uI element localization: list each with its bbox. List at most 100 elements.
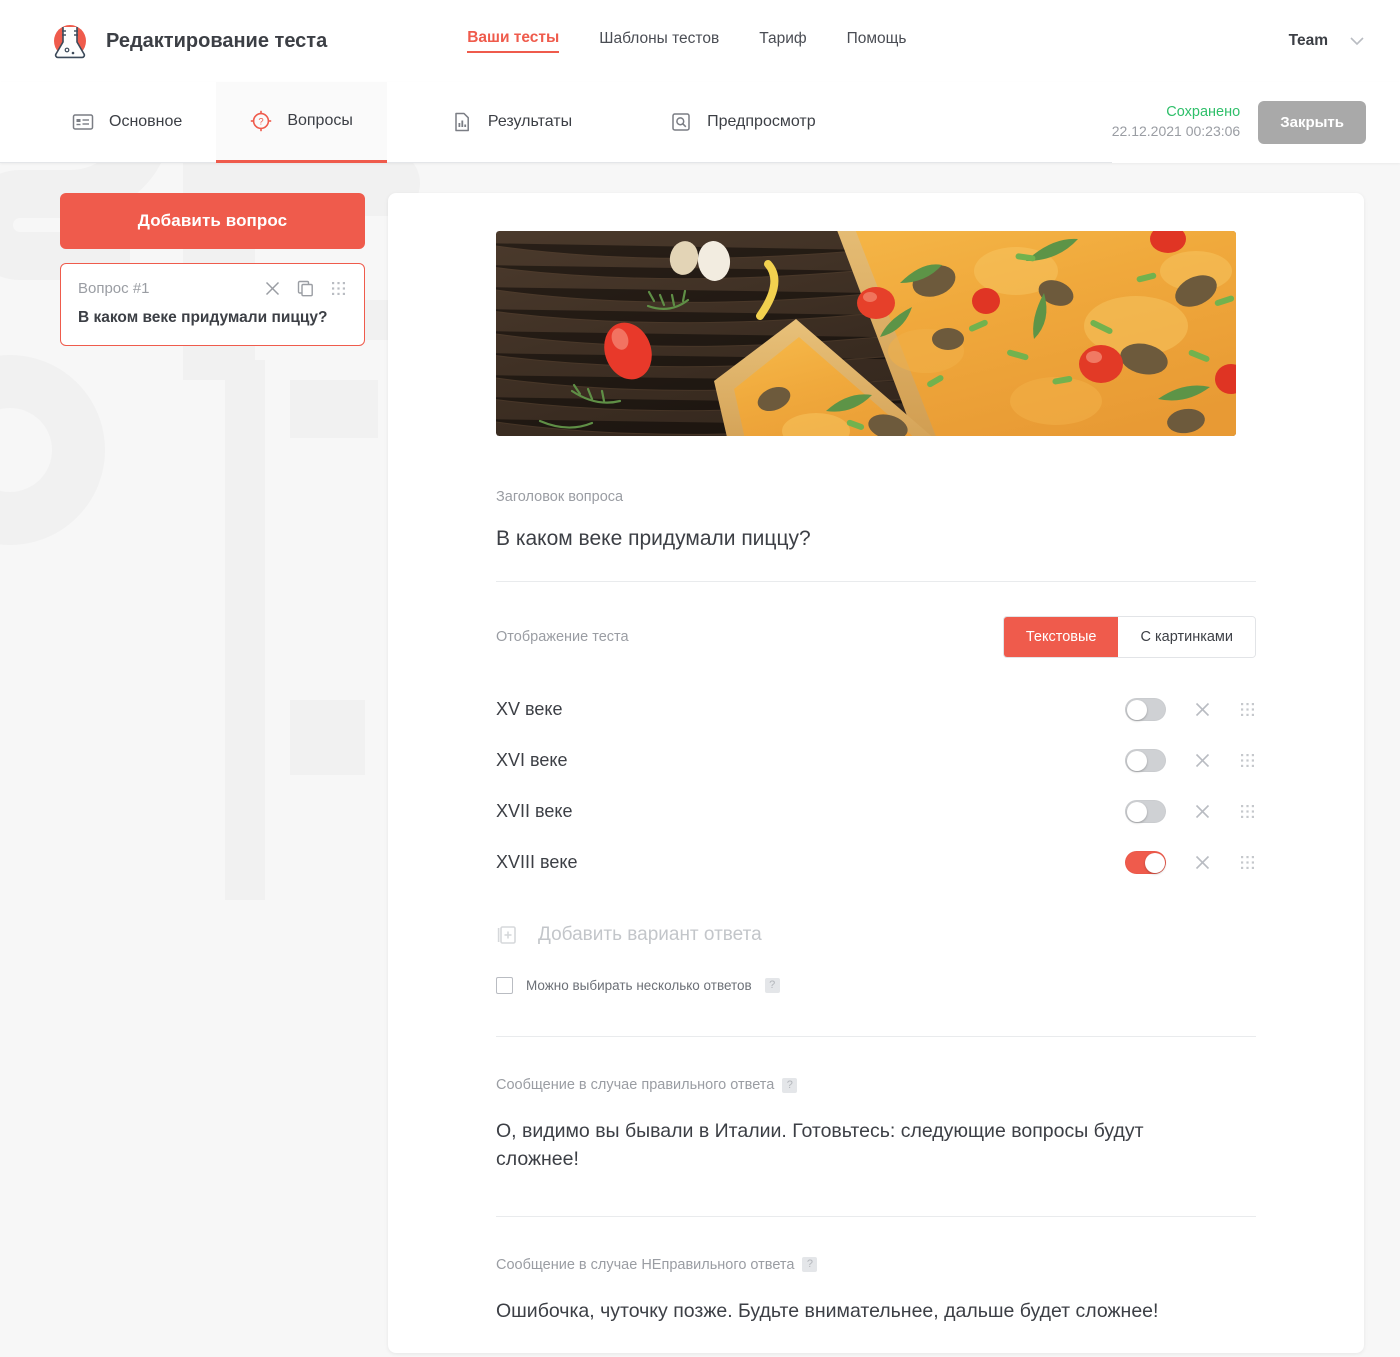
multi-answer-row: Можно выбирать несколько ответов ? — [496, 977, 1256, 994]
tab-questions-label: Вопросы — [287, 112, 353, 129]
drag-handle-icon[interactable] — [330, 280, 347, 297]
answer-option-row: XVIII веке — [496, 837, 1256, 888]
close-icon[interactable] — [1194, 803, 1211, 820]
question-title-label: Заголовок вопроса — [496, 489, 624, 505]
close-icon[interactable] — [264, 280, 281, 297]
add-answer-option[interactable]: Добавить вариант ответа — [496, 924, 1256, 946]
toggle-knob — [1126, 750, 1147, 771]
tab-preview[interactable]: Предпросмотр — [636, 82, 850, 163]
save-timestamp: 22.12.2021 00:23:06 — [1111, 123, 1241, 140]
display-mode-row: Отображение теста Текстовые С картинками — [496, 616, 1256, 658]
answer-option-text[interactable]: XV веке — [496, 699, 562, 720]
toggle-knob — [1126, 801, 1147, 822]
display-mode-images[interactable]: С картинками — [1118, 617, 1255, 657]
tab-questions[interactable]: ? Вопросы — [216, 82, 387, 163]
nav-item-templates[interactable]: Шаблоны тестов — [599, 30, 719, 52]
tab-results-label: Результаты — [487, 113, 573, 130]
drag-handle-icon[interactable] — [1239, 701, 1256, 718]
nav-item-help[interactable]: Помощь — [847, 30, 907, 52]
close-icon[interactable] — [1194, 752, 1211, 769]
chevron-down-icon — [1350, 34, 1364, 49]
svg-text:?: ? — [259, 117, 264, 128]
incorrect-message-label: Сообщение в случае НЕправильного ответа — [496, 1256, 795, 1273]
question-editor-panel: Заголовок вопроса В каком веке придумали… — [388, 193, 1364, 1353]
save-status-area: Сохранено 22.12.2021 00:23:06 Закрыть — [1111, 82, 1400, 163]
magnifier-icon — [670, 111, 692, 133]
drag-handle-icon[interactable] — [1239, 854, 1256, 871]
correct-message-value[interactable]: О, видимо вы бывали в Италии. Готовьтесь… — [496, 1117, 1196, 1174]
question-card-text: В каком веке придумали пиццу? — [78, 309, 328, 326]
question-card-header: Вопрос #1 — [78, 280, 347, 297]
divider-before-correct-message — [496, 1036, 1256, 1037]
tab-results[interactable]: Результаты — [416, 82, 607, 163]
account-menu[interactable]: Team — [1289, 32, 1364, 50]
question-editor-inner: Заголовок вопроса В каком веке придумали… — [388, 231, 1364, 1325]
nav-item-your-tests[interactable]: Ваши тесты — [467, 29, 560, 53]
close-icon[interactable] — [1194, 854, 1211, 871]
answer-option-row: XV веке — [496, 684, 1256, 735]
tabstrip-gap — [849, 82, 1112, 163]
help-icon[interactable]: ? — [764, 978, 780, 993]
target-question-icon: ? — [250, 110, 272, 132]
copy-icon[interactable] — [297, 280, 314, 297]
editor-tabs: Основное ? Вопросы Результаты Предпросмо… — [0, 82, 1400, 163]
brand: Редактирование теста — [50, 21, 327, 61]
close-button[interactable]: Закрыть — [1258, 100, 1366, 144]
drag-handle-icon[interactable] — [1239, 803, 1256, 820]
answer-options-list: XV веке XVI веке XVII веке XVIII веке — [496, 684, 1256, 888]
answer-correct-toggle[interactable] — [1125, 698, 1166, 721]
close-icon[interactable] — [1194, 701, 1211, 718]
answer-option-text[interactable]: XVI веке — [496, 750, 567, 771]
help-icon[interactable]: ? — [802, 1257, 818, 1273]
display-mode-label: Отображение теста — [496, 629, 629, 645]
flask-logo-icon — [50, 21, 90, 61]
account-label: Team — [1288, 32, 1328, 49]
answer-option-row: XVII веке — [496, 786, 1256, 837]
incorrect-message-label-row: Сообщение в случае НЕправильного ответа … — [496, 1257, 1256, 1273]
report-chart-icon — [451, 111, 473, 133]
tab-basic-label: Основное — [109, 113, 183, 130]
question-card-actions — [264, 280, 347, 297]
answer-option-row: XVI веке — [496, 735, 1256, 786]
answer-correct-toggle[interactable] — [1125, 800, 1166, 823]
answer-option-controls — [1125, 800, 1256, 823]
add-answer-option-label: Добавить вариант ответа — [538, 924, 762, 945]
tab-preview-label: Предпросмотр — [707, 113, 816, 130]
correct-message-block: Сообщение в случае правильного ответа ? … — [496, 1077, 1256, 1174]
divider-after-title — [496, 581, 1256, 582]
tab-basic[interactable]: Основное — [0, 82, 217, 163]
answer-correct-toggle[interactable] — [1125, 749, 1166, 772]
answer-option-text[interactable]: XVII веке — [496, 801, 572, 822]
multi-answer-label: Можно выбирать несколько ответов — [526, 978, 752, 993]
tab-spacer-2 — [606, 82, 637, 163]
multi-answer-checkbox[interactable] — [496, 977, 513, 994]
add-box-icon — [496, 924, 518, 946]
questions-sidebar: Добавить вопрос Вопрос #1 В каком веке п… — [60, 193, 365, 346]
question-number-label: Вопрос #1 — [78, 280, 150, 297]
answer-option-controls — [1125, 698, 1256, 721]
toggle-knob — [1144, 852, 1165, 873]
incorrect-message-block: Сообщение в случае НЕправильного ответа … — [496, 1257, 1256, 1325]
list-card-icon — [72, 111, 94, 133]
question-title-value[interactable]: В каком веке придумали пиццу? — [496, 527, 1256, 551]
drag-handle-icon[interactable] — [1239, 752, 1256, 769]
incorrect-message-value[interactable]: Ошибочка, чуточку позже. Будьте внимател… — [496, 1297, 1196, 1325]
correct-message-label-row: Сообщение в случае правильного ответа ? — [496, 1077, 1256, 1093]
toggle-knob — [1126, 699, 1147, 720]
display-mode-text[interactable]: Текстовые — [1003, 617, 1119, 657]
question-card[interactable]: Вопрос #1 В каком веке придумали пиццу? — [60, 263, 365, 346]
help-icon[interactable]: ? — [782, 1077, 798, 1093]
add-question-button[interactable]: Добавить вопрос — [60, 193, 365, 249]
answer-correct-toggle[interactable] — [1125, 851, 1166, 874]
correct-message-label: Сообщение в случае правильного ответа — [496, 1077, 775, 1093]
save-status-text: Сохранено 22.12.2021 00:23:06 — [1112, 103, 1240, 141]
app-header: Редактирование теста Ваши тесты Шаблоны … — [0, 0, 1400, 82]
page-title: Редактирование теста — [106, 29, 328, 52]
nav-item-pricing[interactable]: Тариф — [759, 30, 806, 52]
tab-spacer — [386, 82, 417, 163]
answer-option-controls — [1125, 749, 1256, 772]
question-image[interactable] — [496, 231, 1236, 436]
answer-option-text[interactable]: XVIII веке — [496, 852, 577, 873]
divider-before-incorrect-message — [496, 1215, 1256, 1217]
answer-option-controls — [1125, 851, 1256, 874]
